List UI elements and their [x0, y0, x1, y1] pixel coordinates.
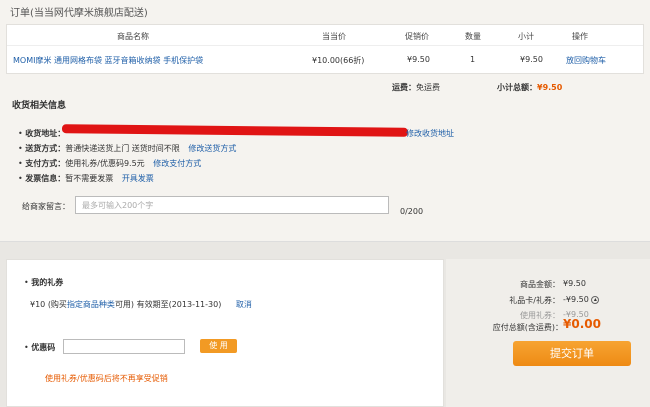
edit-address-link[interactable]: 修改收货地址	[406, 128, 454, 139]
receiving-section-title: 收货相关信息	[12, 101, 67, 111]
subtotal-total: 小计总额：¥9.50	[497, 82, 562, 93]
promo-code-input[interactable]	[63, 339, 185, 354]
promo-price: ¥9.50	[407, 55, 430, 64]
subtotal-total-label: 小计总额：	[497, 83, 537, 92]
giftcard-value: -¥9.50	[563, 295, 589, 304]
edit-payment-link[interactable]: 修改支付方式	[153, 159, 201, 168]
bullet-icon: •	[18, 144, 23, 153]
column-header-subtotal: 小计	[518, 32, 534, 41]
payment-row: • 支付方式：使用礼券/优惠码9.5元 修改支付方式	[18, 158, 201, 169]
address-row: • 收货地址：	[18, 128, 65, 139]
column-header-name: 商品名称	[117, 32, 149, 41]
message-label: 给商家留言：	[22, 202, 70, 211]
giftcard-label: 礼品卡/礼券：	[509, 296, 560, 305]
shipping-value: 免运费	[416, 83, 440, 92]
order-title: 订单(当当网代摩米旗舰店配送)	[10, 8, 148, 19]
quantity: 1	[470, 55, 476, 64]
coupon-cancel-link[interactable]: 取消	[236, 300, 252, 309]
payment-label: 支付方式：	[25, 159, 66, 168]
message-count: 0/200	[400, 207, 424, 216]
used-coupon-label: 使用礼券：	[520, 311, 560, 320]
return-to-cart-link[interactable]: 放回购物车	[566, 55, 606, 66]
column-header-action: 操作	[572, 32, 588, 41]
product-name-link[interactable]: MOMI摩米 通用网格布袋 蓝牙音箱收纳袋 手机保护袋	[13, 55, 203, 66]
submit-order-button[interactable]: 提交订单	[513, 341, 631, 366]
bullet-icon: •	[18, 129, 23, 138]
promo-code-label: 优惠码	[31, 343, 56, 352]
issue-invoice-link[interactable]: 开具发票	[122, 174, 154, 183]
total-value: ¥0.00	[563, 317, 601, 331]
delivery-label: 送货方式：	[25, 144, 66, 153]
address-label: 收货地址：	[25, 129, 66, 138]
invoice-label: 发票信息：	[25, 174, 66, 183]
column-header-qty: 数量	[465, 32, 481, 41]
subtotal-total-value: ¥9.50	[537, 83, 563, 92]
shipping-label: 运费：	[392, 83, 416, 92]
gift-panel	[6, 259, 444, 407]
subtotal: ¥9.50	[520, 55, 543, 64]
column-header-promo: 促销价	[405, 32, 429, 41]
gift-title-row: • 我的礼券	[24, 277, 63, 288]
giftcard-value-row: -¥9.50 ▴	[563, 295, 600, 304]
column-header-price: 当当价	[322, 32, 346, 41]
coupon-category-link[interactable]: 指定商品种类	[67, 300, 115, 309]
bullet-icon: •	[18, 159, 23, 168]
goods-amount-value: ¥9.50	[563, 279, 586, 288]
message-input[interactable]: 最多可输入200个字	[75, 196, 389, 214]
expand-icon[interactable]: ▴	[591, 295, 600, 304]
goods-amount-label: 商品金额：	[520, 280, 560, 289]
bullet-icon: •	[24, 343, 29, 352]
bullet-icon: •	[18, 174, 23, 183]
gift-title: 我的礼券	[31, 278, 64, 287]
total-label: 应付总额(含运费)：	[492, 323, 563, 332]
coupon-suffix: 可用) 有效期至(2013-11-30)	[114, 300, 222, 309]
payment-value: 使用礼券/优惠码9.5元	[65, 159, 145, 168]
edit-delivery-link[interactable]: 修改送货方式	[188, 144, 236, 153]
use-promo-button[interactable]: 使 用	[200, 339, 237, 353]
delivery-row: • 送货方式：普通快递送货上门 送货时间不限 修改送货方式	[18, 143, 236, 154]
bullet-icon: •	[24, 278, 29, 287]
coupon-row: ¥10 (购买指定商品种类可用) 有效期至(2013-11-30) 取消	[30, 299, 252, 310]
shipping-fee: 运费：免运费	[392, 82, 440, 93]
promo-label-row: • 优惠码	[24, 342, 55, 353]
dangdang-price: ¥10.00(66折)	[312, 56, 365, 65]
invoice-value: 暂不需要发票	[65, 174, 114, 183]
divider	[7, 45, 643, 46]
coupon-prefix: ¥10 (购买	[30, 300, 67, 309]
invoice-row: • 发票信息：暂不需要发票 开具发票	[18, 173, 154, 184]
delivery-value: 普通快递送货上门 送货时间不限	[65, 144, 180, 153]
order-table: 商品名称 当当价 促销价 数量 小计 操作 MOMI摩米 通用网格布袋 蓝牙音箱…	[6, 24, 644, 74]
promo-notice: 使用礼券/优惠码后将不再享受促销	[45, 374, 168, 383]
